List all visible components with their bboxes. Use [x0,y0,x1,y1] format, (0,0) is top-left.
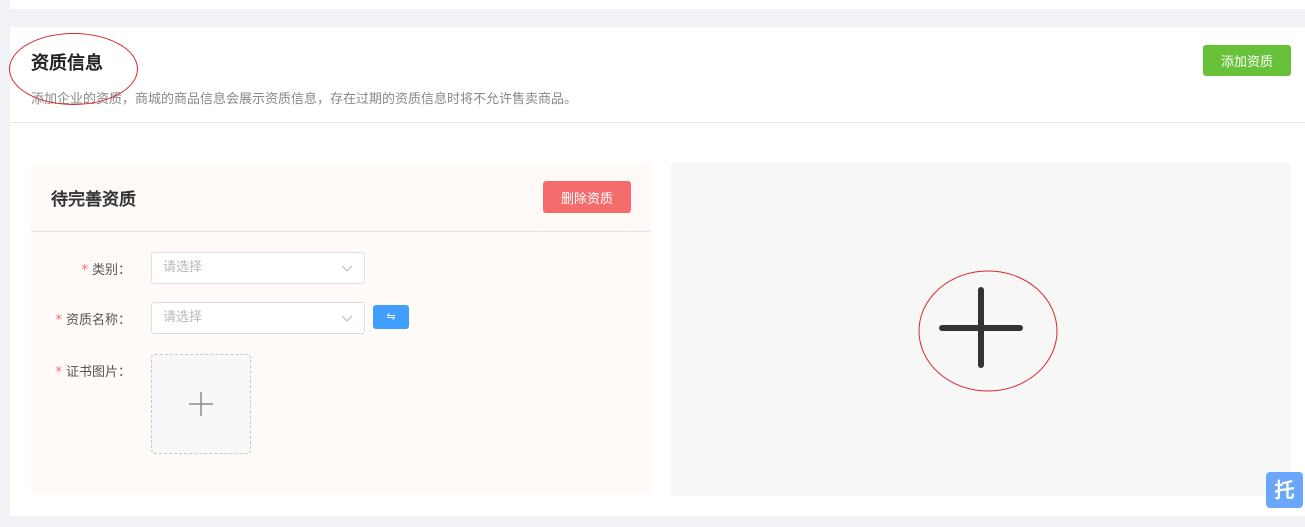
category-label: * 类别： [31,259,131,278]
name-label-text: 资质名称： [65,313,131,328]
section-title: 资质信息 [31,53,103,74]
image-preview-area[interactable] [671,163,1291,496]
panel-header: 待完善资质 删除资质 [31,163,651,232]
top-strip [10,0,1305,9]
required-mark: * [55,313,62,328]
plus-icon [189,392,213,416]
card-header: 资质信息 添加企业的资质，商城的商品信息会展示资质信息，存在过期的资质信息时将不… [9,27,1305,123]
chevron-down-icon [341,315,353,322]
name-label: * 资质名称： [31,309,131,328]
name-placeholder: 请选择 [163,310,203,325]
qualification-name-select[interactable]: 请选择 [151,302,365,334]
category-select[interactable]: 请选择 [151,252,365,284]
pending-qualification-panel: 待完善资质 删除资质 * 类别： 请选择 * 资质名称： 请选择 ⇋ * 证书图片： [31,163,651,494]
floating-widget[interactable]: 托 [1266,472,1303,508]
required-mark: * [81,263,88,278]
category-label-text: 类别： [91,263,131,278]
image-label-text: 证书图片： [65,365,131,380]
swap-button[interactable]: ⇋ [373,305,409,329]
panel-title: 待完善资质 [51,190,136,210]
certificate-upload[interactable] [151,354,251,454]
add-qualification-button[interactable]: 添加资质 [1203,45,1291,76]
delete-qualification-button[interactable]: 删除资质 [543,181,631,213]
chevron-down-icon [341,265,353,272]
category-placeholder: 请选择 [163,260,203,275]
section-description: 添加企业的资质，商城的商品信息会展示资质信息，存在过期的资质信息时将不允许售卖商… [31,92,578,107]
image-label: * 证书图片： [31,361,131,380]
required-mark: * [55,365,62,380]
plus-icon [918,270,1058,392]
qualification-card: 资质信息 添加企业的资质，商城的商品信息会展示资质信息，存在过期的资质信息时将不… [9,27,1305,516]
